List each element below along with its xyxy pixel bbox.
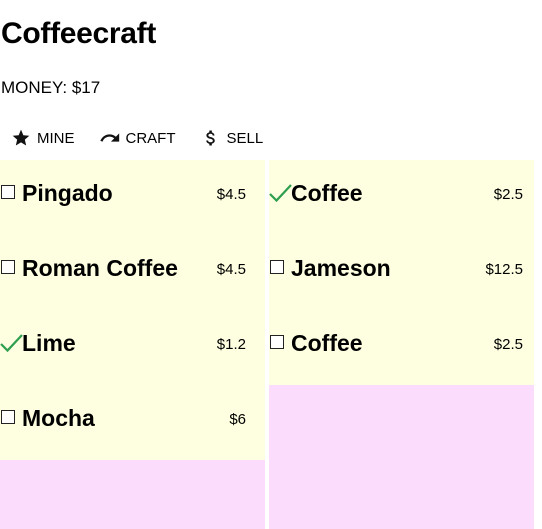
app-title: Coffeecraft (1, 17, 157, 50)
mine-label: MINE (37, 129, 75, 147)
inventory-item[interactable]: Roman Coffee $4.5 (0, 235, 265, 310)
checkmark-icon[interactable] (269, 183, 292, 203)
item-checkbox[interactable] (0, 258, 18, 276)
app-root: Coffeecraft MONEY: $17 MINE CRAFT SELL P… (0, 0, 542, 529)
redo-arrow-icon (99, 127, 121, 149)
item-price: $1.2 (216, 336, 246, 353)
item-price: $6 (229, 411, 246, 428)
item-price: $4.5 (216, 261, 246, 278)
inventory-item[interactable]: Lime $1.2 (0, 310, 265, 385)
money-display: MONEY: $17 (1, 78, 101, 97)
craft-label: CRAFT (125, 129, 176, 147)
item-name: Mocha (22, 405, 95, 431)
item-checkbox[interactable] (269, 333, 287, 351)
dollar-icon (200, 127, 222, 149)
item-checkbox[interactable] (0, 183, 18, 201)
item-price: $2.5 (493, 336, 523, 353)
sell-label: SELL (226, 129, 264, 147)
item-price: $12.5 (485, 261, 523, 278)
item-checkbox[interactable] (269, 258, 287, 276)
inventory-item[interactable]: Mocha $6 (0, 385, 265, 460)
mine-button[interactable]: MINE (10, 124, 75, 152)
inventory-item[interactable]: Coffee $2.5 (269, 310, 534, 385)
sell-button[interactable]: SELL (200, 124, 264, 152)
craft-button[interactable]: CRAFT (99, 124, 176, 152)
inventory-item[interactable]: Coffee $2.5 (269, 160, 534, 235)
item-name: Jameson (291, 255, 391, 281)
item-name: Roman Coffee (22, 255, 178, 281)
inventory-item[interactable]: Pingado $4.5 (0, 160, 265, 235)
action-toolbar: MINE CRAFT SELL (0, 124, 263, 152)
item-name: Coffee (291, 180, 363, 206)
inventory-item[interactable]: Jameson $12.5 (269, 235, 534, 310)
item-price: $2.5 (493, 186, 523, 203)
inventory-column-right: Coffee $2.5 Jameson $12.5 Coffee $2.5 (269, 160, 534, 529)
item-name: Pingado (22, 180, 113, 206)
inventory-column-left: Pingado $4.5 Roman Coffee $4.5 Lime $1.2 Mocha… (0, 160, 265, 529)
item-checkbox[interactable] (0, 408, 18, 426)
item-price: $4.5 (216, 186, 246, 203)
star-icon (10, 127, 32, 149)
item-name: Coffee (291, 330, 363, 356)
item-name: Lime (22, 330, 76, 356)
checkmark-icon[interactable] (0, 333, 23, 353)
